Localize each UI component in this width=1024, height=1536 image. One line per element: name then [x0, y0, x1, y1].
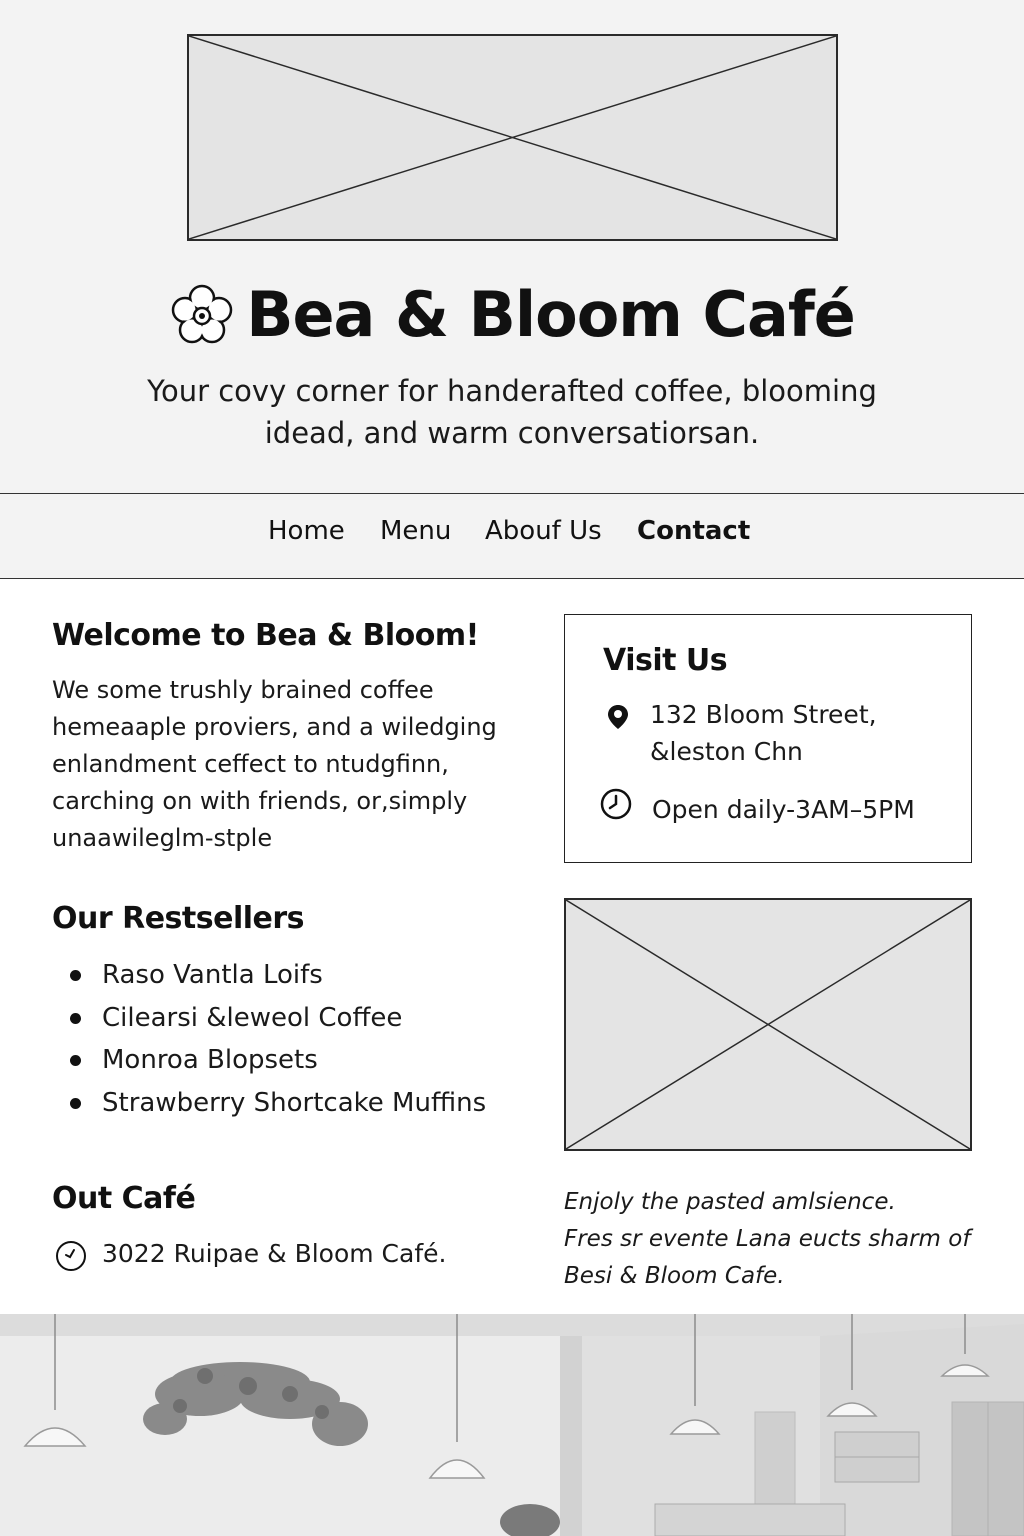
address-line: 132 Bloom Street, — [650, 700, 877, 729]
clock-icon — [599, 787, 633, 821]
welcome-line: We some trushly brained coffee — [52, 676, 434, 704]
list-item: Raso Vantla Loifs — [70, 955, 540, 998]
location-pin-icon — [605, 703, 631, 731]
cafe-heading: Out Café — [52, 1181, 196, 1216]
cafe-interior-photo — [0, 1314, 1024, 1536]
bestsellers-list: Raso Vantla Loifs Cilearsi &leweol Coffe… — [70, 955, 540, 1125]
list-item: Cilearsi &leweol Coffee — [70, 998, 540, 1041]
address-line: &leston Chn — [650, 737, 803, 766]
welcome-text: We some trushly brained coffee hemeaaple… — [52, 672, 522, 857]
list-item: Monroa Blopsets — [70, 1040, 540, 1083]
nav-link-contact[interactable]: Contact — [637, 516, 750, 546]
ambience-line: Enjoly the pasted amlsience. — [564, 1189, 896, 1215]
ambience-text: Enjoly the pasted amlsience. Fres sr eve… — [564, 1184, 994, 1295]
welcome-line: unaawileglm-stple — [52, 824, 273, 852]
nav-link-menu[interactable]: Menu — [380, 516, 451, 546]
welcome-line: hemeaaple proviers, and a wiledging — [52, 713, 497, 741]
ambience-line: Besi & Bloom Cafe. — [564, 1263, 785, 1289]
site-header: Bea & Bloom Café Your covy corner for ha… — [0, 0, 1024, 494]
opening-hours: Open daily-3AM–5PM — [652, 795, 915, 824]
flower-icon — [169, 282, 235, 348]
nav-link-about[interactable]: Abouf Us — [485, 516, 602, 546]
site-title: Bea & Bloom Café — [246, 278, 856, 351]
nav-link-home[interactable]: Home — [268, 516, 345, 546]
main-nav: Home Menu Abouf Us Contact — [0, 493, 1024, 579]
welcome-heading: Welcome to Bea & Bloom! — [52, 618, 479, 653]
clock-icon — [54, 1239, 88, 1273]
site-title-row: Bea & Bloom Café — [0, 278, 1024, 354]
tagline: Your covy corner for handerafted coffee,… — [140, 370, 884, 454]
visit-heading: Visit Us — [603, 643, 728, 678]
cafe-image-placeholder — [564, 898, 972, 1151]
list-item: Strawberry Shortcake Muffins — [70, 1083, 540, 1126]
visit-us-card: Visit Us 132 Bloom Street, &leston Chn O… — [564, 614, 972, 863]
ambience-line: Fres sr evente Lana eucts sharm of — [564, 1226, 971, 1252]
cafe-line-text: 3022 Ruipae & Bloom Café. — [102, 1239, 447, 1268]
hero-image-placeholder — [187, 34, 838, 241]
tagline-line: Your covy corner for handerafted coffee,… — [147, 374, 877, 408]
tagline-line: idead, and warm conversatiorsan. — [264, 416, 760, 450]
welcome-line: enlandment ceffect to ntudgfinn, — [52, 750, 449, 778]
bestsellers-heading: Our Restsellers — [52, 901, 305, 936]
welcome-line: carching on with friends, or,simply — [52, 787, 468, 815]
